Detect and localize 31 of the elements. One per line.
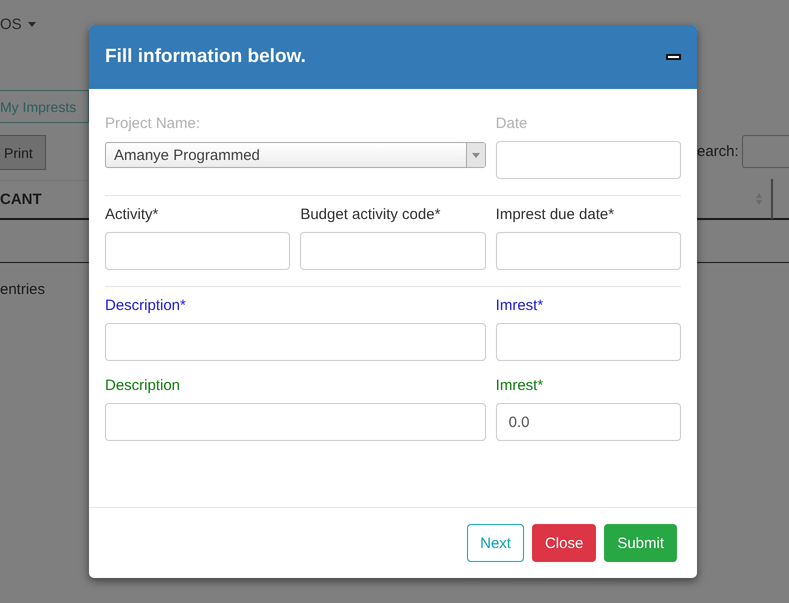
input-field[interactable]	[496, 323, 681, 361]
field-label: Imprest due date*	[496, 206, 616, 225]
field-label: Budget activity code*	[300, 206, 442, 225]
project-select[interactable]: Amanye Programmed	[105, 142, 486, 168]
modal-title: Fill information below.	[105, 46, 306, 68]
field-label: Project Name:	[105, 115, 202, 134]
column-header: CANT	[0, 191, 42, 208]
close-button[interactable]: Close	[532, 524, 596, 562]
print-button[interactable]: Print	[0, 135, 46, 170]
input-field[interactable]	[105, 323, 486, 361]
search-label: earch:	[697, 143, 739, 160]
next-button[interactable]: Next	[467, 524, 524, 562]
field-label: Description*	[105, 297, 187, 316]
input-field[interactable]	[496, 232, 681, 270]
field-label: Imrest*	[496, 297, 544, 316]
entries-text: entries	[0, 281, 46, 298]
field-label: Imrest*	[496, 377, 544, 396]
search-field[interactable]	[742, 135, 789, 168]
input-field[interactable]	[105, 403, 486, 441]
field-label: Activity*	[105, 206, 160, 225]
submit-button[interactable]: Submit	[604, 524, 677, 562]
input-field[interactable]: 0.0	[496, 403, 681, 441]
input-field[interactable]	[300, 232, 486, 270]
field-label: Date	[496, 115, 528, 134]
caret-icon	[28, 22, 36, 26]
caret-icon	[472, 152, 480, 158]
nav-menu[interactable]: OS	[0, 16, 22, 32]
field-label: Description	[105, 377, 182, 396]
minimize-icon[interactable]	[666, 54, 681, 60]
input-field[interactable]	[496, 141, 681, 179]
input-field[interactable]	[105, 232, 290, 270]
